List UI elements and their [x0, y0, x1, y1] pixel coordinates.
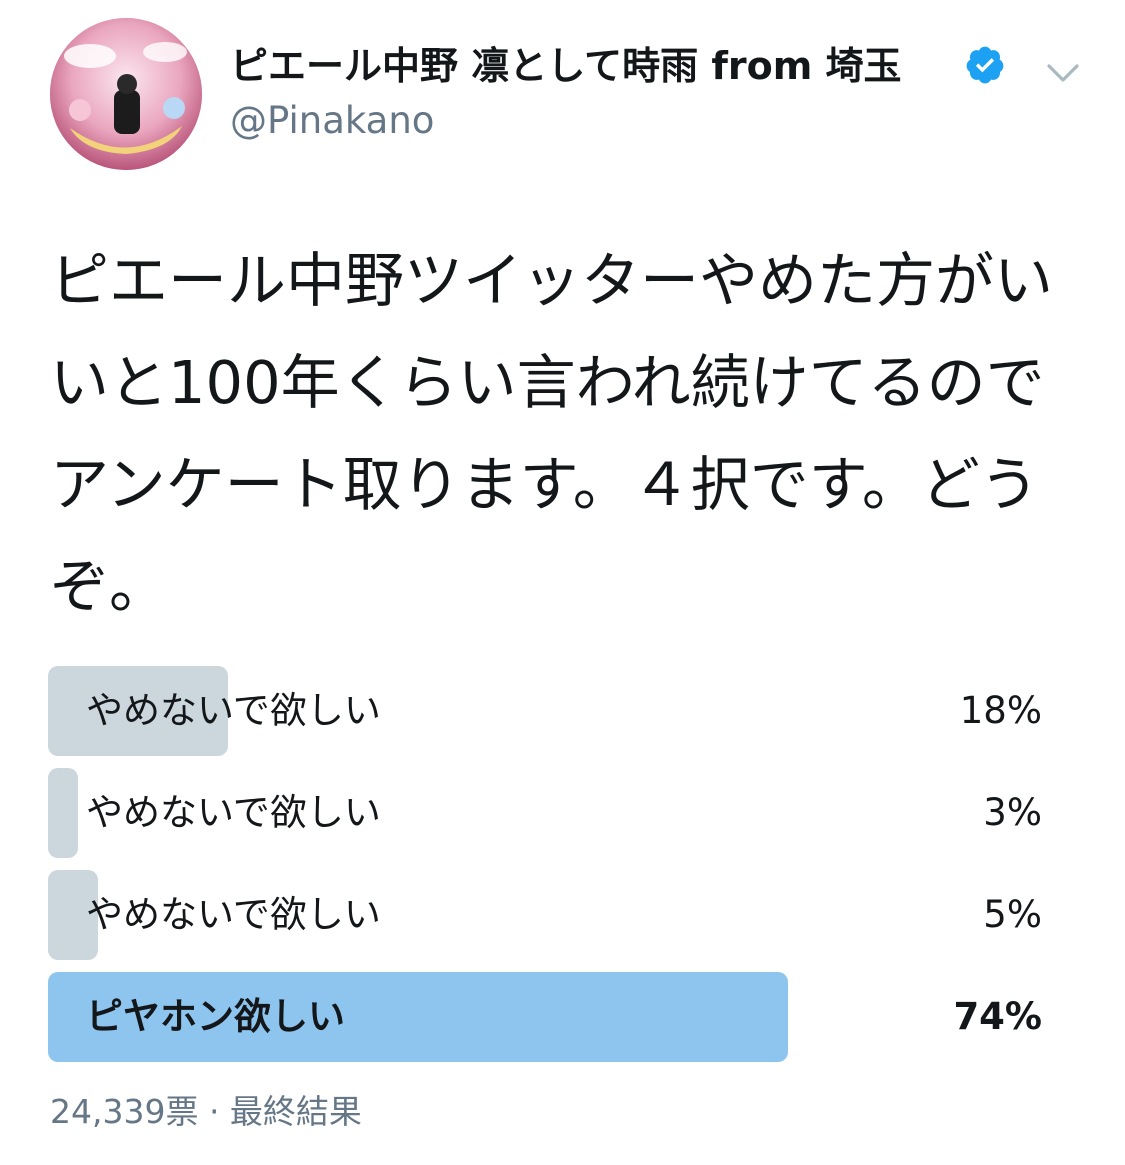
poll-option-percent: 5%: [983, 893, 1042, 936]
tweet-card: ピエール中野 凛として時雨 from 埼玉 @Pinakano ピエール中野ツイ…: [0, 0, 1125, 1165]
verified-badge-icon: [966, 46, 1004, 84]
poll-option-label: やめないで欲しい: [86, 791, 381, 834]
poll-option-percent: 74%: [953, 995, 1042, 1038]
poll-option-label: やめないで欲しい: [86, 689, 381, 732]
profile-avatar[interactable]: [50, 18, 202, 170]
poll-option-winner: ピヤホン欲しい 74%: [48, 972, 1048, 1062]
poll-option: やめないで欲しい 5%: [48, 870, 1048, 960]
poll-option-percent: 18%: [959, 689, 1042, 732]
user-handle[interactable]: @Pinakano: [230, 95, 434, 147]
avatar-image: [50, 18, 202, 170]
poll-option-label: ピヤホン欲しい: [86, 995, 345, 1038]
tweet-text: ピエール中野ツイッターやめた方がいいと100年くらい言われ続けてるのでアンケート…: [50, 246, 1054, 621]
poll-option: やめないで欲しい 3%: [48, 768, 1048, 858]
poll-option-label: やめないで欲しい: [86, 893, 381, 936]
display-name[interactable]: ピエール中野 凛として時雨 from 埼玉: [230, 38, 902, 94]
poll-option: やめないで欲しい 18%: [48, 666, 1048, 756]
poll-option-percent: 3%: [983, 791, 1042, 834]
chevron-down-icon[interactable]: [1044, 56, 1082, 88]
poll: やめないで欲しい 18% やめないで欲しい 3% やめないで欲しい 5% ピヤホ…: [48, 666, 1048, 1074]
poll-bar: [48, 768, 78, 858]
poll-footer: 24,339票 · 最終結果: [50, 1092, 362, 1131]
